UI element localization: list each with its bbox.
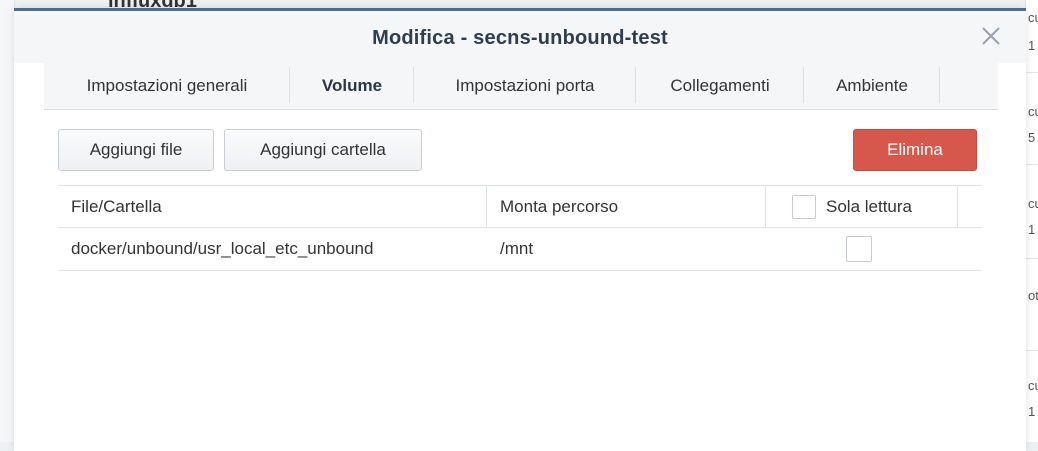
- background-text-fragment: ot: [1028, 288, 1038, 303]
- tab-label: Ambiente: [836, 76, 908, 95]
- column-header-label: Sola lettura: [826, 196, 912, 216]
- background-text-fragment: cu: [1028, 196, 1038, 211]
- background-app-right: cu 1 cu 5 cu 1 ot cu 1: [1025, 0, 1038, 442]
- close-button[interactable]: [980, 25, 1002, 47]
- tab-volume[interactable]: Volume: [290, 63, 414, 109]
- column-header-file-folder[interactable]: File/Cartella: [71, 186, 481, 227]
- column-header-read-only: Sola lettura: [792, 186, 952, 227]
- background-text-fragment: cu: [1028, 104, 1038, 119]
- tab-port-settings[interactable]: Impostazioni porta: [414, 63, 636, 109]
- table-row[interactable]: docker/unbound/usr_local_etc_unbound /mn…: [58, 228, 982, 271]
- add-folder-button[interactable]: Aggiungi cartella: [224, 129, 422, 171]
- tab-general-settings[interactable]: Impostazioni generali: [44, 63, 290, 109]
- background-text-fragment: 1: [1028, 222, 1036, 237]
- column-header-label: File/Cartella: [71, 196, 162, 216]
- edit-container-dialog: Modifica - secns-unbound-test Impostazio…: [14, 8, 1026, 451]
- add-file-button[interactable]: Aggiungi file: [58, 129, 214, 171]
- tab-environment[interactable]: Ambiente: [804, 63, 940, 109]
- tab-label: Collegamenti: [670, 76, 770, 95]
- background-text-fragment: cu: [1028, 378, 1038, 393]
- delete-button[interactable]: Elimina: [853, 129, 977, 171]
- cell-mount-path: /mnt: [500, 239, 534, 258]
- select-all-read-only-checkbox[interactable]: [792, 194, 816, 219]
- volume-toolbar: Aggiungi file Aggiungi cartella Elimina: [58, 129, 978, 173]
- cell-file-folder: docker/unbound/usr_local_etc_unbound: [71, 239, 374, 258]
- read-only-checkbox[interactable]: [846, 236, 872, 262]
- background-app-left: [0, 0, 15, 442]
- tab-bar: Impostazioni generali Volume Impostazion…: [44, 63, 998, 110]
- dialog-header: Modifica - secns-unbound-test: [14, 11, 1026, 63]
- tab-label: Volume: [321, 76, 383, 95]
- tab-links[interactable]: Collegamenti: [636, 63, 804, 109]
- close-icon: [982, 27, 1000, 45]
- column-header-mount-path[interactable]: Monta percorso: [500, 186, 760, 227]
- background-text-fragment: 1: [1028, 404, 1036, 419]
- background-text-fragment: 1: [1028, 38, 1036, 53]
- dialog-title: Modifica - secns-unbound-test: [372, 27, 668, 49]
- volume-table: File/Cartella Monta percorso Sola lettur…: [58, 185, 982, 271]
- cell-read-only: [846, 228, 872, 270]
- tab-label: Impostazioni generali: [86, 76, 248, 95]
- tab-label: Impostazioni porta: [455, 76, 595, 95]
- background-text-fragment: cu: [1028, 10, 1038, 25]
- column-header-label: Monta percorso: [500, 196, 619, 216]
- table-header: File/Cartella Monta percorso Sola lettur…: [58, 185, 982, 228]
- background-text-fragment: 5: [1028, 130, 1036, 145]
